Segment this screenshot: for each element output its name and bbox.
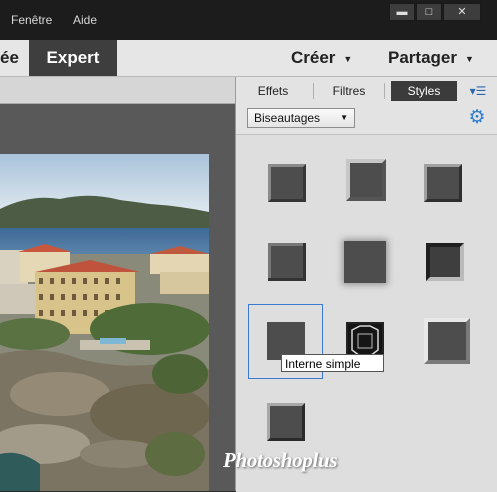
bevel-swatch[interactable] <box>424 164 462 202</box>
menu-aide[interactable]: Aide <box>73 13 97 27</box>
create-button[interactable]: Créer ▼ <box>291 40 352 76</box>
category-label: Biseautages <box>254 111 321 125</box>
tab-separator <box>313 83 314 99</box>
bevel-swatch[interactable] <box>268 164 306 202</box>
style-swatch-grid <box>236 134 497 492</box>
chevron-down-icon: ▼ <box>464 53 474 64</box>
bevel-swatch[interactable] <box>268 243 306 281</box>
minimize-icon: ▬ <box>396 6 408 18</box>
menu-bar: Fenêtre Aide ▬ □ ✕ <box>0 0 497 40</box>
mode-partial-label[interactable]: ée <box>0 40 19 76</box>
chevron-down-icon: ▼ <box>343 53 353 64</box>
chevron-down-icon: ▼ <box>340 113 348 122</box>
watermark: Photoshoplus <box>223 448 338 472</box>
share-label: Partager <box>388 48 457 67</box>
bevel-swatch[interactable] <box>267 403 305 441</box>
tab-styles[interactable]: Styles <box>391 81 457 101</box>
bevel-swatch[interactable] <box>424 318 470 364</box>
panel-menu-icon[interactable]: ▾☰ <box>467 81 489 101</box>
create-label: Créer <box>291 48 336 67</box>
coastal-town-photo <box>0 154 209 491</box>
mode-bar: ée Expert Créer ▼ Partager ▼ <box>0 40 497 77</box>
tooltip: Interne simple <box>281 354 384 372</box>
document-photo <box>0 154 209 491</box>
close-button[interactable]: ✕ <box>443 3 481 21</box>
bevel-swatch[interactable] <box>346 159 386 201</box>
close-icon: ✕ <box>457 6 467 18</box>
bevel-swatch[interactable] <box>344 241 386 283</box>
styles-panel: Effets Filtres Styles ▾☰ Biseautages ▼ ⚙ <box>235 77 497 492</box>
tab-effets[interactable]: Effets <box>248 81 298 101</box>
category-dropdown[interactable]: Biseautages ▼ <box>247 108 355 128</box>
ornate-bevel-icon <box>351 325 379 357</box>
maximize-icon: □ <box>425 6 433 18</box>
tab-filtres[interactable]: Filtres <box>324 81 374 101</box>
expert-mode-button[interactable]: Expert <box>29 40 117 76</box>
bevel-swatch[interactable] <box>426 243 464 281</box>
tab-separator <box>384 83 385 99</box>
gear-icon[interactable]: ⚙ <box>467 108 487 128</box>
minimize-button[interactable]: ▬ <box>389 3 415 21</box>
maximize-button[interactable]: □ <box>416 3 442 21</box>
canvas-tab-bar <box>0 77 235 104</box>
share-button[interactable]: Partager ▼ <box>388 40 474 76</box>
menu-fenetre[interactable]: Fenêtre <box>11 13 52 27</box>
